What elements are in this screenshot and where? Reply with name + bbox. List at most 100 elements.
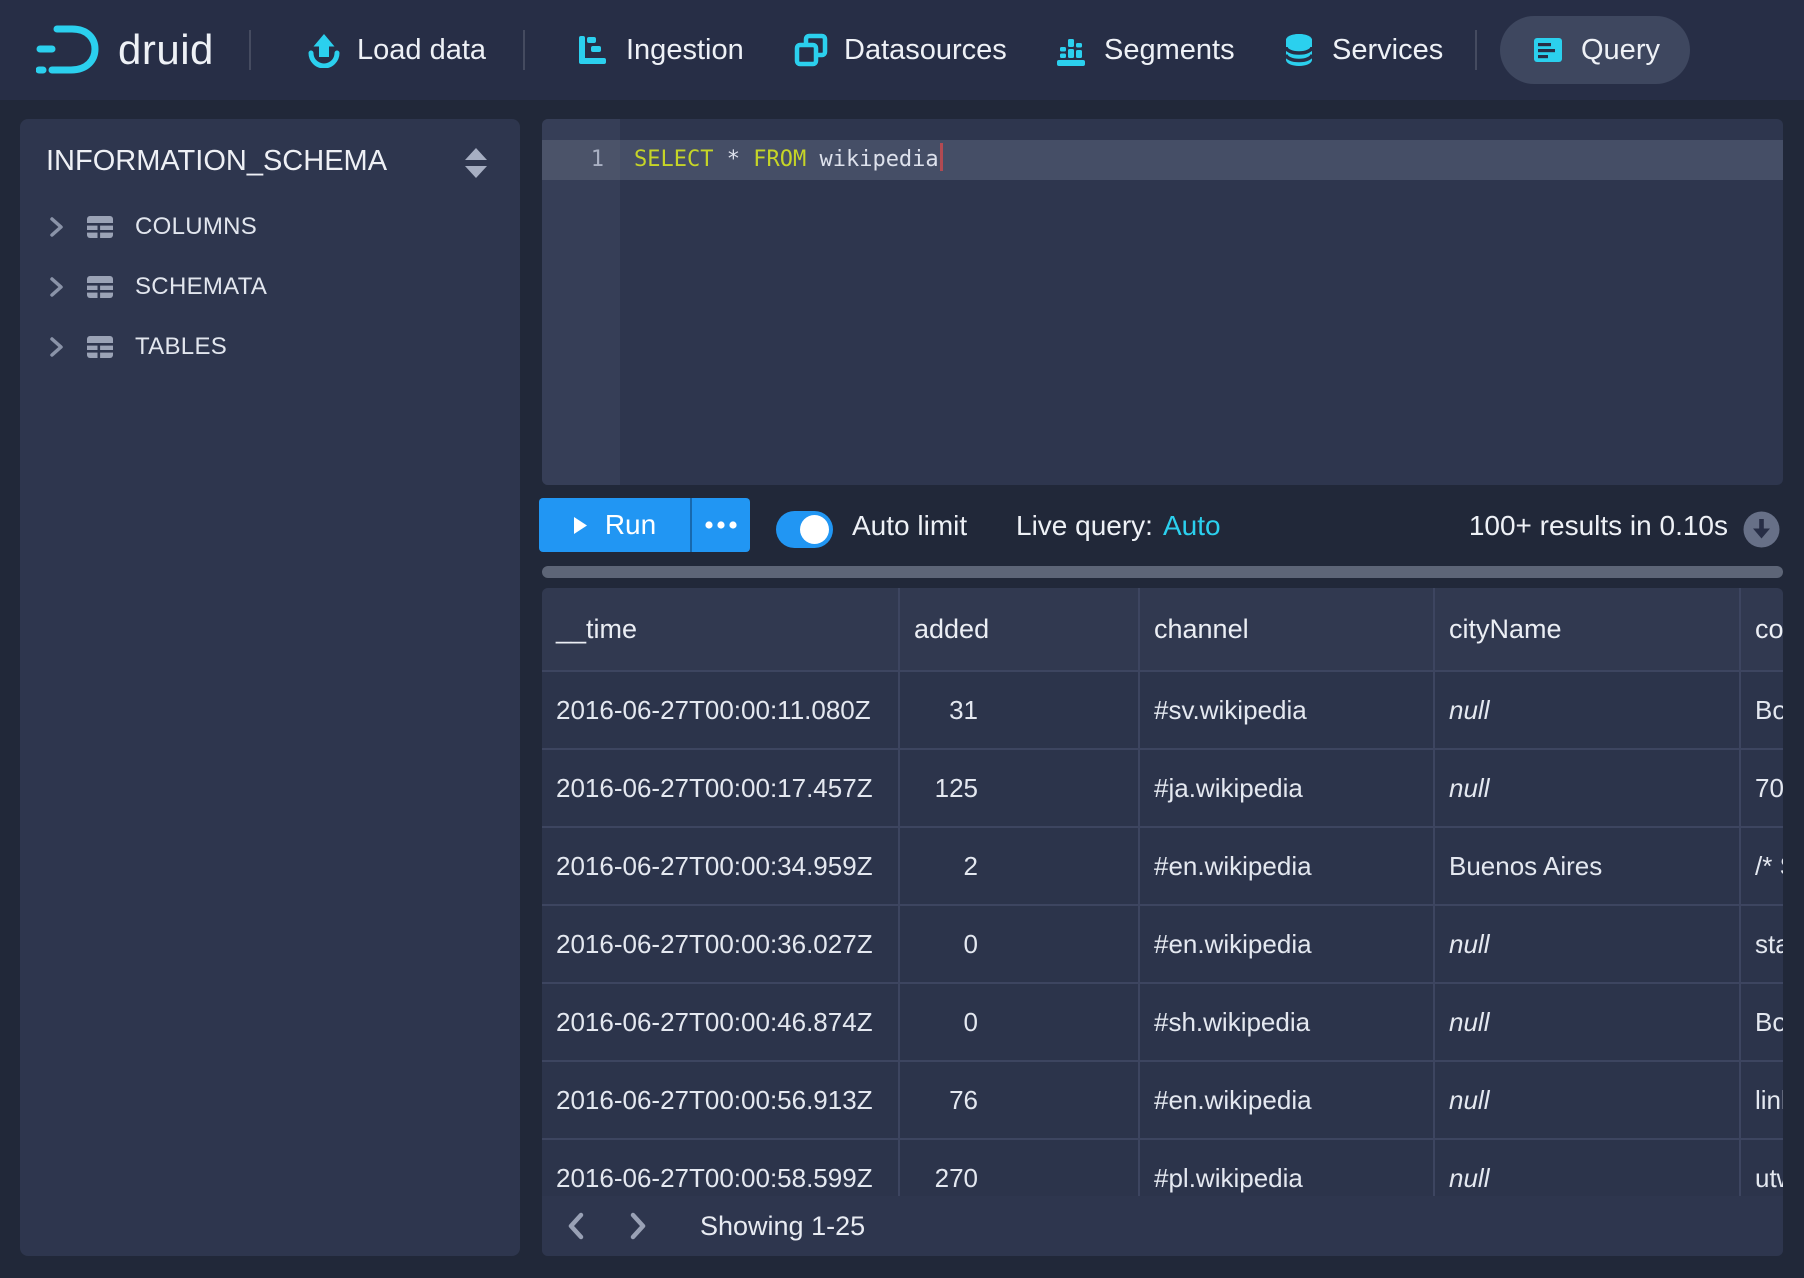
run-button-group: Run (539, 498, 750, 552)
ingestion-icon (575, 32, 611, 68)
nav-item-datasources[interactable]: Datasources (793, 0, 1007, 100)
double-caret-vertical-icon (464, 147, 488, 179)
text-cursor (940, 143, 943, 171)
nav-item-ingestion[interactable]: Ingestion (575, 0, 744, 100)
pagination-status: Showing 1-25 (700, 1211, 865, 1242)
live-query-label: Live query: (1016, 510, 1153, 542)
cell-cityname[interactable]: null (1435, 906, 1741, 984)
cell-cityname[interactable]: null (1435, 1062, 1741, 1140)
datasources-icon (793, 32, 829, 68)
chevron-right-icon (627, 1211, 649, 1241)
run-button-label: Run (605, 509, 656, 541)
table-row: 2016-06-27T00:00:56.913Z 76 #en.wikipedi… (542, 1062, 1783, 1140)
brand-name: druid (118, 26, 214, 74)
cell-time[interactable]: 2016-06-27T00:00:17.457Z (542, 750, 900, 828)
chevron-right-icon (48, 276, 65, 298)
column-header-comment[interactable]: comment (1741, 588, 1783, 672)
schema-name: INFORMATION_SCHEMA (46, 145, 387, 178)
run-button[interactable]: Run (539, 498, 690, 552)
segments-icon (1053, 32, 1089, 68)
column-header-added[interactable]: added (900, 588, 1140, 672)
run-more-button[interactable] (690, 498, 750, 552)
auto-limit-label: Auto limit (852, 485, 967, 566)
cell-channel[interactable]: #sv.wikipedia (1140, 672, 1435, 750)
line-number: 1 (542, 140, 620, 180)
tree-item-columns[interactable]: COLUMNS (20, 199, 520, 255)
nav-divider (523, 30, 525, 70)
cell-added[interactable]: 0 (900, 984, 1140, 1062)
sql-text: * (713, 147, 753, 172)
sql-editor[interactable]: 1 SELECT * FROM wikipedia (542, 119, 1783, 485)
cell-cityname[interactable]: Buenos Aires (1435, 828, 1741, 906)
schema-selector[interactable]: INFORMATION_SCHEMA (20, 133, 520, 195)
more-icon (704, 520, 738, 530)
schema-sidebar: INFORMATION_SCHEMA COLUMNS SCHEMATA TABL… (20, 119, 520, 1256)
cell-time[interactable]: 2016-06-27T00:00:34.959Z (542, 828, 900, 906)
sql-keyword: FROM (753, 147, 806, 172)
nav-item-label: Query (1581, 34, 1660, 67)
cell-comment[interactable]: sta (1741, 906, 1783, 984)
table-row: 2016-06-27T00:00:36.027Z 0 #en.wikipedia… (542, 906, 1783, 984)
table-row: 2016-06-27T00:00:34.959Z 2 #en.wikipedia… (542, 828, 1783, 906)
cell-comment[interactable]: /* S (1741, 828, 1783, 906)
druid-brand[interactable]: druid (36, 0, 214, 100)
cell-channel[interactable]: #en.wikipedia (1140, 1062, 1435, 1140)
cell-added[interactable]: 0 (900, 906, 1140, 984)
chevron-left-icon (565, 1211, 587, 1241)
tree-item-label: COLUMNS (135, 213, 257, 241)
cell-cityname[interactable]: null (1435, 984, 1741, 1062)
cell-added[interactable]: 76 (900, 1062, 1140, 1140)
cell-added[interactable]: 31 (900, 672, 1140, 750)
cell-comment[interactable]: Bot (1741, 672, 1783, 750)
next-page-button[interactable] (618, 1206, 658, 1246)
nav-item-label: Datasources (844, 34, 1007, 67)
nav-divider (249, 30, 251, 70)
nav-item-label: Load data (357, 34, 486, 67)
panel-resize-handle[interactable] (542, 566, 1783, 578)
cell-channel[interactable]: #en.wikipedia (1140, 906, 1435, 984)
play-icon (573, 516, 588, 535)
sql-text: wikipedia (806, 147, 938, 172)
column-header-channel[interactable]: channel (1140, 588, 1435, 672)
run-bar: Run Auto limit Live query: Auto 100+ res… (542, 485, 1783, 566)
download-icon[interactable] (1743, 511, 1780, 548)
cell-channel[interactable]: #ja.wikipedia (1140, 750, 1435, 828)
tree-item-tables[interactable]: TABLES (20, 319, 520, 375)
nav-item-label: Ingestion (626, 34, 744, 67)
nav-divider (1475, 30, 1477, 70)
cell-added[interactable]: 2 (900, 828, 1140, 906)
cell-comment[interactable]: link (1741, 1062, 1783, 1140)
cell-time[interactable]: 2016-06-27T00:00:36.027Z (542, 906, 900, 984)
sql-keyword: SELECT (634, 147, 713, 172)
live-query-control: Live query: Auto (1016, 485, 1221, 566)
column-header-time[interactable]: __time (542, 588, 900, 672)
nav-item-load-data[interactable]: Load data (306, 0, 486, 100)
cell-channel[interactable]: #sh.wikipedia (1140, 984, 1435, 1062)
tree-item-label: TABLES (135, 333, 227, 361)
cell-channel[interactable]: #en.wikipedia (1140, 828, 1435, 906)
cell-time[interactable]: 2016-06-27T00:00:56.913Z (542, 1062, 900, 1140)
cell-time[interactable]: 2016-06-27T00:00:11.080Z (542, 672, 900, 750)
results-info: 100+ results in 0.10s (1469, 485, 1728, 566)
services-icon (1281, 32, 1317, 68)
tree-item-schemata[interactable]: SCHEMATA (20, 259, 520, 315)
cell-comment[interactable]: Bot (1741, 984, 1783, 1062)
nav-item-label: Segments (1104, 34, 1235, 67)
nav-item-services[interactable]: Services (1281, 0, 1443, 100)
cell-cityname[interactable]: null (1435, 672, 1741, 750)
table-pagination: Showing 1-25 (542, 1196, 1783, 1256)
column-header-cityname[interactable]: cityName (1435, 588, 1741, 672)
live-query-value[interactable]: Auto (1163, 510, 1221, 542)
table-icon (84, 211, 116, 243)
table-row: 2016-06-27T00:00:17.457Z 125 #ja.wikiped… (542, 750, 1783, 828)
chevron-right-icon (48, 216, 65, 238)
auto-limit-toggle[interactable] (776, 511, 833, 548)
nav-item-query[interactable]: Query (1500, 16, 1690, 84)
cell-comment[interactable]: 70:5 (1741, 750, 1783, 828)
nav-item-segments[interactable]: Segments (1053, 0, 1235, 100)
cell-cityname[interactable]: null (1435, 750, 1741, 828)
nav-item-label: Services (1332, 34, 1443, 67)
cell-added[interactable]: 125 (900, 750, 1140, 828)
cell-time[interactable]: 2016-06-27T00:00:46.874Z (542, 984, 900, 1062)
previous-page-button[interactable] (556, 1206, 596, 1246)
